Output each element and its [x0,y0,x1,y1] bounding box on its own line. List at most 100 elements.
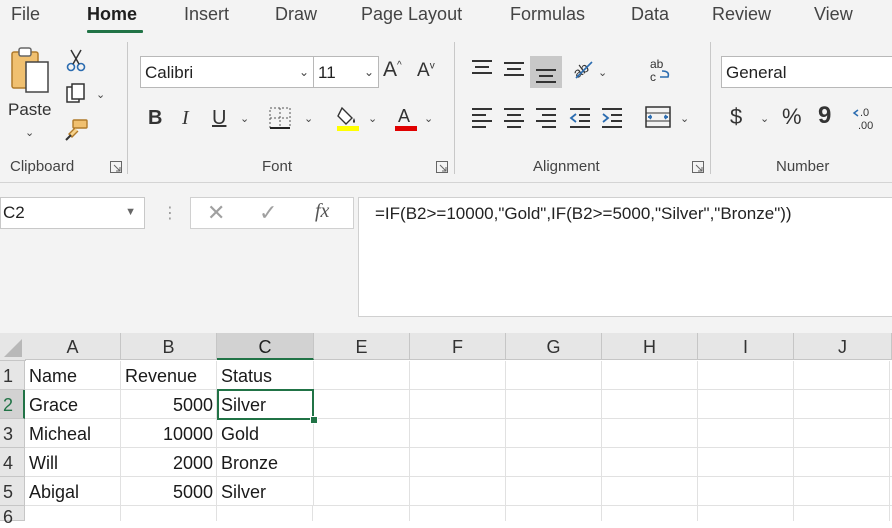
tab-view[interactable]: View [814,4,853,25]
chevron-down-icon[interactable]: ⌄ [760,112,769,125]
alignment-group-label: Alignment [533,158,600,175]
column-header-b[interactable]: B [121,333,217,360]
align-center-icon[interactable] [502,106,526,132]
font-color-icon[interactable]: A [392,104,420,136]
column-header-j[interactable]: J [794,333,892,360]
column-header-f[interactable]: F [410,333,506,360]
ribbon-tab-bar: File Home Insert Draw Page Layout Formul… [0,0,892,36]
column-header-c[interactable]: C [217,333,314,360]
column-header-g[interactable]: G [506,333,602,360]
row-header-5[interactable]: 5 [0,477,25,506]
cell-b5[interactable]: 5000 [121,477,217,506]
increase-decimal-icon[interactable]: .0.00 [852,104,882,136]
cell-c5[interactable]: Silver [217,477,314,506]
enter-icon[interactable]: ✓ [259,200,277,226]
underline-button[interactable]: U [212,108,226,128]
tab-page-layout[interactable]: Page Layout [361,4,462,25]
tab-data[interactable]: Data [631,4,669,25]
wrap-text-icon[interactable]: ab c [648,56,672,88]
formula-bar-area: C2 ▼ ⋮ ✕ ✓ fx =IF(B2>=10000,"Gold",IF(B2… [0,183,892,333]
dialog-launcher-icon[interactable] [110,160,122,173]
copy-icon[interactable] [64,82,88,110]
borders-icon[interactable] [268,106,292,134]
empty-cells-row6[interactable] [25,506,314,521]
cell-b1[interactable]: Revenue [121,361,217,390]
formula-input[interactable]: =IF(B2>=10000,"Gold",IF(B2>=5000,"Silver… [358,197,892,317]
name-box[interactable]: C2 ▼ [0,197,145,229]
name-box-value: C2 [3,203,25,222]
column-header-e[interactable]: E [314,333,410,360]
chevron-down-icon[interactable]: ⌄ [96,88,105,101]
align-bottom-button[interactable] [530,56,562,88]
tab-formulas[interactable]: Formulas [510,4,585,25]
shrink-font-icon[interactable]: Av [417,61,435,80]
group-separator [454,42,455,174]
dialog-launcher-icon[interactable] [436,160,448,173]
increase-indent-icon[interactable] [600,106,624,132]
select-all-button[interactable] [0,333,26,361]
font-name-select[interactable]: Calibri ⌄ [140,56,314,88]
insert-function-button[interactable]: fx [315,200,329,223]
chevron-down-icon: ⌄ [25,127,35,139]
comma-style-button[interactable]: 9 [818,104,831,128]
fill-handle[interactable] [310,416,318,424]
orientation-icon[interactable]: ab [570,56,596,86]
align-right-icon[interactable] [534,106,558,132]
chevron-down-icon[interactable]: ⌄ [680,112,689,125]
row-header-2[interactable]: 2 [0,390,25,419]
format-painter-icon[interactable] [63,118,89,146]
font-size-select[interactable]: 11 ⌄ [313,56,379,88]
number-format-select[interactable]: General [721,56,892,88]
bold-button[interactable]: B [148,108,162,128]
chevron-down-icon[interactable]: ⌄ [598,66,607,79]
merge-center-icon[interactable] [645,106,671,132]
row-header-6[interactable]: 6 [0,506,25,527]
fill-color-icon[interactable] [334,104,362,136]
grow-font-icon[interactable]: A^ [383,59,402,80]
tab-insert[interactable]: Insert [184,4,229,25]
column-header-i[interactable]: I [698,333,794,360]
cell-c1[interactable]: Status [217,361,314,390]
svg-text:ab: ab [570,59,592,81]
cancel-icon[interactable]: ✕ [207,200,225,226]
active-cell-border [217,389,314,420]
tab-review[interactable]: Review [712,4,771,25]
decrease-indent-icon[interactable] [568,106,592,132]
row-header-1[interactable]: 1 [0,361,25,390]
svg-text:c: c [650,70,656,84]
align-top-icon[interactable] [470,58,494,84]
empty-cells[interactable] [314,361,892,521]
cell-c3[interactable]: Gold [217,419,314,448]
chevron-down-icon[interactable]: ⌄ [304,112,313,125]
cell-a3[interactable]: Micheal [25,419,121,448]
cell-b3[interactable]: 10000 [121,419,217,448]
paste-button[interactable]: Paste ⌄ [8,44,58,144]
chevron-down-icon[interactable]: ⌄ [240,112,249,125]
chevron-down-icon[interactable]: ⌄ [424,112,433,125]
cell-a1[interactable]: Name [25,361,121,390]
align-middle-icon[interactable] [502,58,526,84]
group-separator [127,42,128,174]
cell-a5[interactable]: Abigal [25,477,121,506]
column-header-h[interactable]: H [602,333,698,360]
currency-button[interactable]: $ [730,106,742,128]
cut-icon[interactable] [66,48,86,76]
tab-file[interactable]: File [11,4,40,25]
cell-c4[interactable]: Bronze [217,448,314,477]
dialog-launcher-icon[interactable] [692,160,704,173]
tab-home[interactable]: Home [87,4,137,25]
cell-b4[interactable]: 2000 [121,448,217,477]
chevron-down-icon[interactable]: ⌄ [368,112,377,125]
row-header-4[interactable]: 4 [0,448,25,477]
column-header-a[interactable]: A [25,333,121,360]
cell-b2[interactable]: 5000 [121,390,217,419]
tab-draw[interactable]: Draw [275,4,317,25]
cell-a2[interactable]: Grace [25,390,121,419]
align-left-icon[interactable] [470,106,494,132]
percent-button[interactable]: % [782,106,802,128]
italic-button[interactable]: I [182,108,189,128]
svg-text:.0: .0 [860,107,869,119]
more-options-icon[interactable]: ⋮ [162,203,178,223]
cell-a4[interactable]: Will [25,448,121,477]
row-header-3[interactable]: 3 [0,419,25,448]
